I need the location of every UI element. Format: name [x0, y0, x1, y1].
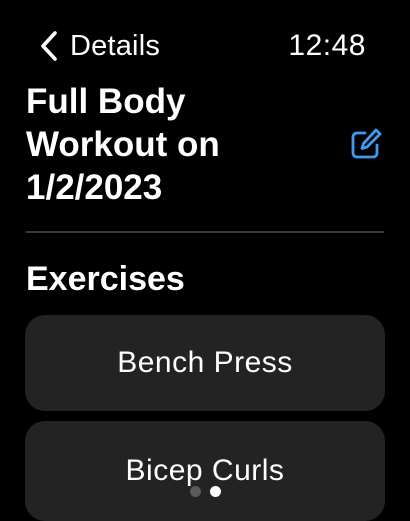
chevron-left-icon	[40, 30, 58, 62]
page-indicator	[0, 486, 410, 497]
exercise-card-bench-press[interactable]: Bench Press	[25, 315, 385, 411]
exercise-name: Bicep Curls	[125, 454, 285, 487]
edit-icon	[348, 128, 384, 166]
back-button[interactable]: Details	[40, 26, 160, 66]
page-dot-2	[209, 486, 221, 497]
workout-title: Full Body Workout on 1/2/2023	[26, 82, 220, 207]
edit-button[interactable]	[348, 126, 384, 162]
exercise-name: Bench Press	[117, 346, 293, 379]
back-label: Details	[70, 29, 161, 62]
clock: 12:48	[288, 29, 366, 62]
status-bar: Details 12:48	[0, 24, 410, 68]
title-row: Full Body Workout on 1/2/2023	[26, 80, 386, 209]
exercises-heading: Exercises	[26, 260, 185, 298]
page-dot-1	[189, 486, 201, 497]
exercise-card-bicep-curls[interactable]: Bicep Curls	[25, 421, 385, 521]
divider	[26, 231, 384, 233]
